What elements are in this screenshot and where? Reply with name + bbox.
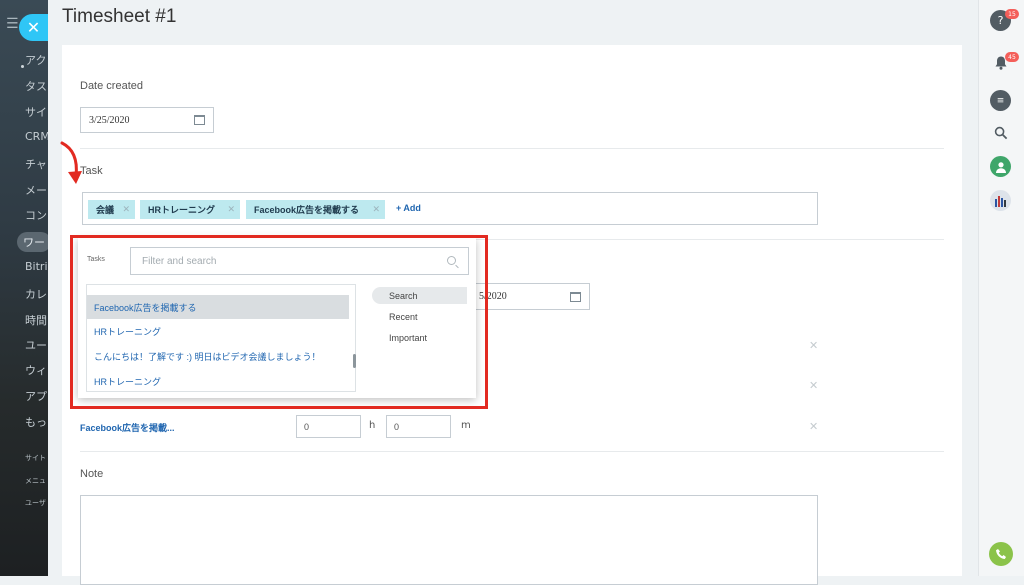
dot-icon: [21, 65, 24, 68]
close-button[interactable]: ✕: [19, 14, 48, 41]
sidebar-small-item[interactable]: メニュ: [25, 476, 46, 486]
sidebar-item[interactable]: ユー: [25, 337, 47, 353]
remove-icon[interactable]: ✕: [122, 204, 130, 215]
task-tag-label: 会議: [96, 205, 115, 215]
close-icon: ✕: [26, 18, 41, 37]
hours-unit: h: [369, 420, 376, 431]
task-selector[interactable]: 会議 ✕ HRトレーニング ✕ Facebook広告を掲載する ✕ + Add: [82, 192, 818, 225]
sidebar-item[interactable]: コン: [25, 207, 47, 223]
task-tag[interactable]: HRトレーニング ✕: [140, 200, 240, 219]
right-rail: ? 15 45 ≡: [978, 0, 1024, 576]
minutes-unit: m: [461, 420, 471, 431]
date-created-label: Date created: [80, 80, 143, 92]
highlight-box: [70, 235, 488, 409]
calendar-icon[interactable]: [194, 115, 205, 125]
left-sidebar: ☰ アク タス サイ CRM チャ メー コン ワー Bitri カレ 時間 ユ…: [0, 0, 48, 576]
annotation-arrow-icon: [60, 141, 82, 184]
divider: [80, 451, 944, 452]
add-task-button[interactable]: + Add: [396, 203, 421, 213]
sidebar-item[interactable]: タス: [25, 78, 47, 94]
sidebar-item[interactable]: CRM: [25, 130, 48, 143]
date-created-value: 3/25/2020: [89, 114, 130, 126]
calendar-icon[interactable]: [570, 291, 581, 302]
divider: [80, 148, 944, 149]
help-badge: 15: [1005, 9, 1019, 19]
search-icon[interactable]: [990, 122, 1011, 143]
remove-row-icon[interactable]: ✕: [809, 379, 818, 392]
minutes-input[interactable]: 0: [386, 415, 451, 438]
second-date-field[interactable]: 5/2020: [470, 283, 590, 310]
sidebar-item[interactable]: アプ: [25, 388, 47, 404]
sidebar-item[interactable]: チャ: [25, 156, 47, 172]
sidebar-item[interactable]: アク: [25, 52, 46, 68]
task-tag[interactable]: Facebook広告を掲載する ✕: [246, 200, 385, 219]
remove-row-icon[interactable]: ✕: [809, 339, 818, 352]
group-avatar-icon[interactable]: [990, 190, 1011, 211]
sidebar-item-active[interactable]: ワー: [17, 232, 48, 252]
phone-icon[interactable]: [989, 542, 1013, 566]
hours-input[interactable]: 0: [296, 415, 361, 438]
sidebar-item[interactable]: もっ: [25, 414, 47, 430]
remove-icon[interactable]: ✕: [372, 204, 380, 215]
sidebar-item[interactable]: サイ: [25, 104, 47, 120]
sidebar-small-item[interactable]: サイト: [25, 453, 46, 463]
task-tag-label: HRトレーニング: [148, 205, 215, 215]
sidebar-small-item[interactable]: ユーザ: [25, 498, 46, 508]
note-textarea[interactable]: [80, 495, 818, 585]
sidebar-item[interactable]: Bitri: [25, 260, 48, 273]
sidebar-item[interactable]: カレ: [25, 286, 47, 302]
sidebar-item[interactable]: メー: [25, 182, 47, 198]
menu-icon[interactable]: ☰: [6, 16, 19, 32]
task-tag-label: Facebook広告を掲載する: [254, 205, 360, 215]
task-tag[interactable]: 会議 ✕: [88, 200, 135, 219]
sidebar-item[interactable]: ウィ: [25, 362, 47, 378]
user-avatar-icon[interactable]: [990, 156, 1011, 177]
sidebar-item[interactable]: 時間: [25, 312, 47, 328]
chat-icon[interactable]: ≡: [990, 90, 1011, 111]
page-title: Timesheet #1: [62, 6, 177, 27]
notification-badge: 45: [1005, 52, 1019, 62]
task-row-link[interactable]: Facebook広告を掲載...: [80, 421, 175, 434]
remove-row-icon[interactable]: ✕: [809, 420, 818, 433]
date-created-field[interactable]: 3/25/2020: [80, 107, 214, 133]
note-label: Note: [80, 468, 104, 480]
remove-icon[interactable]: ✕: [227, 204, 235, 215]
